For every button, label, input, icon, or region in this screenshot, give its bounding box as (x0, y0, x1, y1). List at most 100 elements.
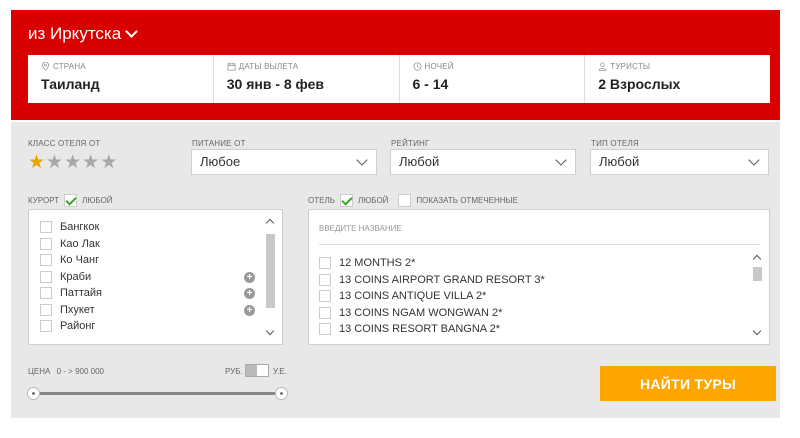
rating-select[interactable]: Любой (390, 149, 576, 175)
star-icon[interactable]: ★ (64, 153, 81, 172)
hotel-type-label: ТИП ОТЕЛЯ (591, 139, 639, 148)
resort-item-checkbox[interactable] (40, 221, 52, 234)
hotel-search-input[interactable]: ВВЕДИТЕ НАЗВАНИЕ (319, 224, 402, 233)
star-icon[interactable]: ★ (46, 153, 63, 172)
resort-items: Бангкок Као Лак Ко Чанг Краби + Паттайя + Пхуке… (40, 219, 255, 335)
resort-item-checkbox[interactable] (40, 254, 52, 267)
resort-any-label: ЛЮБОЙ (82, 196, 113, 205)
country-field[interactable]: СТРАНА Таиланд (28, 55, 214, 103)
hotel-item-checkbox[interactable] (319, 273, 331, 286)
meals-select[interactable]: Любое (191, 149, 377, 175)
hotel-item-label: 12 MONTHS 2* (339, 257, 416, 270)
price-min-handle[interactable] (27, 387, 40, 400)
resort-list-item[interactable]: Ко Чанг (40, 252, 255, 269)
person-icon (598, 62, 607, 71)
location-pin-icon (41, 62, 50, 71)
find-tours-button[interactable]: НАЙТИ ТУРЫ (600, 366, 776, 401)
filters-panel: КЛАСС ОТЕЛЯ ОТ ★ ★ ★ ★ ★ ПИТАНИЕ ОТ Любо… (11, 122, 780, 418)
departure-city-label: из Иркутска (28, 24, 122, 43)
resort-label: КУРОРТ (28, 196, 60, 205)
toggle-knob (246, 365, 257, 376)
hotel-any-label: ЛЮБОЙ (357, 196, 389, 205)
country-label: СТРАНА (53, 62, 86, 71)
resort-any-checkbox[interactable] (64, 194, 78, 207)
scroll-up-icon[interactable] (265, 218, 275, 228)
resort-list-item[interactable]: Пхукет + (40, 302, 255, 319)
chevron-down-icon (748, 154, 760, 166)
tourists-label: ТУРИСТЫ (610, 62, 651, 71)
departure-city-select[interactable]: из Иркутска (28, 24, 139, 44)
hotel-item-checkbox[interactable] (319, 257, 331, 270)
divider (319, 244, 760, 245)
calendar-icon (227, 62, 236, 71)
star-icon[interactable]: ★ (82, 153, 99, 172)
resort-item-checkbox[interactable] (40, 237, 52, 250)
resort-scrollbar[interactable] (265, 216, 275, 338)
country-value: Таиланд (41, 76, 100, 92)
meals-label: ПИТАНИЕ ОТ (192, 139, 246, 148)
hotel-header: ОТЕЛЬ ЛЮБОЙ ПОКАЗАТЬ ОТМЕЧЕННЫЕ (308, 194, 518, 207)
hotel-list: ВВЕДИТЕ НАЗВАНИЕ 12 MONTHS 2* 13 COINS AI… (308, 209, 770, 345)
resort-item-label: Краби (60, 270, 92, 283)
currency-right-label: У.Е. (273, 367, 287, 376)
scroll-thumb[interactable] (266, 234, 275, 308)
hotel-list-item[interactable]: 12 MONTHS 2* (319, 255, 739, 272)
scroll-down-icon[interactable] (265, 326, 275, 336)
hotel-type-select[interactable]: Любой (590, 149, 769, 175)
hotel-scrollbar[interactable] (752, 252, 762, 338)
hotel-list-item[interactable]: 13 COINS NGAM WONGWAN 2* (319, 305, 739, 322)
hotel-class-stars: ★ ★ ★ ★ ★ (28, 153, 117, 172)
resort-list-item[interactable]: Бангкок (40, 219, 255, 236)
dates-field[interactable]: ДАТЫ ВЫЛЕТА 30 янв - 8 фев (214, 55, 400, 103)
resort-item-checkbox[interactable] (40, 270, 52, 283)
scroll-thumb[interactable] (753, 267, 762, 281)
hotel-item-checkbox[interactable] (319, 290, 331, 303)
star-icon[interactable]: ★ (28, 153, 45, 172)
price-slider-track[interactable] (33, 392, 281, 395)
expand-plus-icon[interactable]: + (244, 304, 255, 316)
currency-left-label: РУБ. (225, 367, 243, 376)
nights-field[interactable]: НОЧЕЙ 6 - 14 (400, 55, 586, 103)
tourists-field[interactable]: ТУРИСТЫ 2 Взрослых (585, 55, 770, 103)
resort-item-checkbox[interactable] (40, 320, 52, 333)
hotel-item-label: 13 COINS RESORT BANGNA 2* (339, 323, 500, 336)
nights-value: 6 - 14 (412, 76, 449, 92)
price-label: ЦЕНА (28, 367, 51, 376)
hotel-list-item[interactable]: 13 COINS ANTIQUE VILLA 2* (319, 288, 739, 305)
resort-list-item[interactable]: Краби + (40, 269, 255, 286)
scroll-up-icon[interactable] (752, 254, 762, 264)
hotel-list-item[interactable]: 13 COINS RESORT BANGNA 2* (319, 321, 739, 338)
star-icon[interactable]: ★ (100, 153, 117, 172)
hotel-item-checkbox[interactable] (319, 306, 331, 319)
nights-label-row: НОЧЕЙ (412, 62, 572, 71)
clock-icon (412, 62, 422, 71)
resort-item-checkbox[interactable] (40, 287, 52, 300)
hotel-class-label: КЛАСС ОТЕЛЯ ОТ (28, 139, 101, 148)
expand-plus-icon[interactable]: + (244, 271, 255, 283)
hotel-item-label: 13 COINS AIRPORT GRAND RESORT 3* (339, 273, 545, 286)
resort-item-label: Као Лак (60, 237, 100, 250)
expand-plus-icon[interactable]: + (244, 288, 255, 299)
price-max-handle[interactable] (275, 387, 288, 400)
find-tours-label: НАЙТИ ТУРЫ (639, 375, 737, 392)
hotel-any-checkbox[interactable] (339, 194, 353, 207)
dates-label: ДАТЫ ВЫЛЕТА (238, 62, 299, 71)
price-range: 0 - > 900 000 (56, 367, 104, 376)
hotel-item-checkbox[interactable] (319, 323, 331, 336)
resort-item-checkbox[interactable] (40, 303, 52, 316)
resort-item-label: Ко Чанг (60, 254, 100, 267)
resort-item-label: Пхукет (60, 303, 95, 316)
resort-list-item[interactable]: Паттайя + (40, 285, 255, 302)
currency-toggle[interactable] (245, 364, 269, 377)
hotel-list-item[interactable]: 13 COINS AIRPORT GRAND RESORT 3* (319, 272, 739, 289)
scroll-down-icon[interactable] (752, 326, 762, 336)
chevron-down-icon (356, 154, 368, 166)
resort-list-item[interactable]: Као Лак (40, 236, 255, 253)
meals-value: Любое (200, 154, 241, 169)
resort-list-item[interactable]: Районг (40, 318, 255, 335)
resort-header: КУРОРТ ЛЮБОЙ (28, 194, 113, 207)
show-marked-checkbox[interactable] (398, 194, 412, 207)
hotel-item-label: 13 COINS NGAM WONGWAN 2* (339, 306, 503, 319)
hotel-item-label: 13 COINS ANTIQUE VILLA 2* (339, 290, 487, 303)
hotel-type-value: Любой (599, 154, 640, 169)
